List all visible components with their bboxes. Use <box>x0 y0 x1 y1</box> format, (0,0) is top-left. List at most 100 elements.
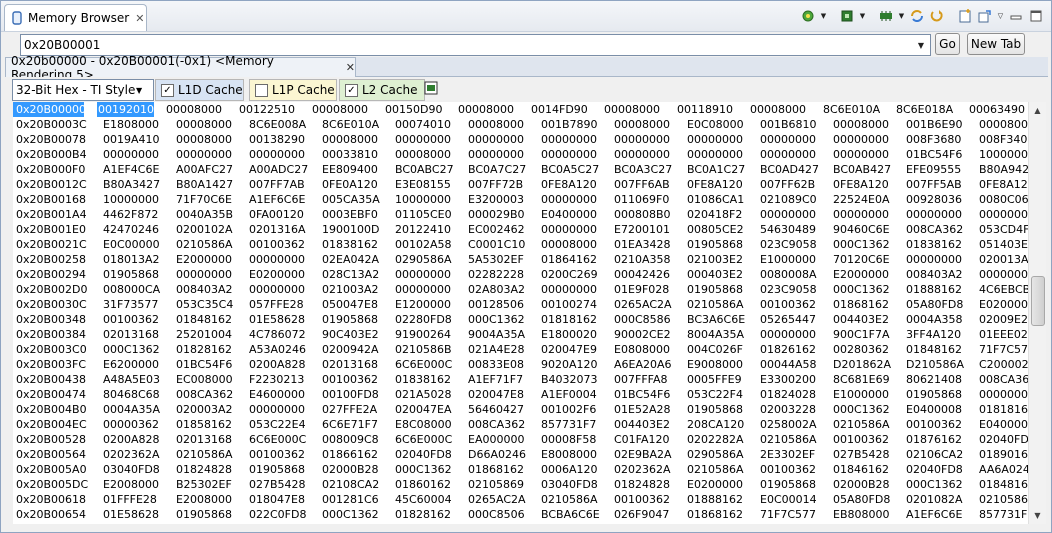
memory-value[interactable]: 01824828 <box>606 477 679 492</box>
memory-value[interactable]: E2000000 <box>168 252 241 267</box>
memory-value[interactable]: 027FFE2A <box>314 402 387 417</box>
memory-value[interactable]: 00000000 <box>825 207 898 222</box>
chip-icon[interactable] <box>838 7 856 25</box>
memory-value[interactable]: BC0ABC27 <box>387 162 460 177</box>
format-select[interactable]: 32-Bit Hex - TI Style ▼ <box>12 79 154 101</box>
memory-value[interactable]: 0290586A <box>387 252 460 267</box>
memory-value[interactable]: 90460C6E <box>825 222 898 237</box>
scroll-up-icon[interactable]: ▲ <box>1029 102 1046 119</box>
memory-value[interactable]: E4600000 <box>241 387 314 402</box>
memory-value[interactable]: B25302EF <box>168 477 241 492</box>
memory-value[interactable]: 011069F0 <box>606 192 679 207</box>
memory-browser-tab[interactable]: Memory Browser ✕ <box>4 4 147 31</box>
memory-value[interactable]: BC0AB427 <box>825 162 898 177</box>
memory-value[interactable]: 05A80FD8 <box>898 297 971 312</box>
memory-value[interactable]: E7200101 <box>606 222 679 237</box>
memory-value[interactable]: 007FF7AB <box>241 177 314 192</box>
memory-value[interactable]: 0014FD90 <box>523 102 596 117</box>
memory-value[interactable]: E2008000 <box>168 492 241 507</box>
memory-value[interactable]: 0200942A <box>314 342 387 357</box>
memory-value[interactable]: 022C0FD8 <box>241 507 314 522</box>
memory-value[interactable]: 000029B0 <box>460 207 533 222</box>
memory-value[interactable]: 00000000 <box>679 132 752 147</box>
memory-value[interactable]: 00000000 <box>898 207 971 222</box>
memory-value[interactable]: 00074010 <box>387 117 460 132</box>
memory-value[interactable]: AA6A0246 <box>971 462 1028 477</box>
memory-value[interactable]: E0200000 <box>241 267 314 282</box>
memory-value[interactable]: 000C1362 <box>825 282 898 297</box>
memory-value[interactable]: 0005FFE9 <box>679 372 752 387</box>
memory-value[interactable]: 00000000 <box>168 147 241 162</box>
memory-value[interactable]: 00008000 <box>304 102 377 117</box>
memory-value[interactable]: 00008000 <box>450 102 523 117</box>
l1d-cache-toggle[interactable]: ✓ L1D Cache <box>155 79 244 101</box>
memory-value[interactable]: 0258002A <box>752 417 825 432</box>
memory-value[interactable]: 05265447 <box>752 312 825 327</box>
memory-value[interactable]: 000C1362 <box>314 507 387 522</box>
memory-value[interactable]: 000C1362 <box>825 402 898 417</box>
memory-value[interactable]: 00100274 <box>533 297 606 312</box>
memory-value[interactable]: 00008000 <box>606 117 679 132</box>
memory-value[interactable]: E3E08155 <box>387 177 460 192</box>
memory-value[interactable]: 71F70C6E <box>168 192 241 207</box>
memory-address[interactable]: 0x20B00528 <box>13 432 90 447</box>
memory-value[interactable]: 00000000 <box>241 252 314 267</box>
memory-value[interactable]: BC0A7C27 <box>460 162 533 177</box>
memory-value[interactable]: A48A5E03 <box>90 372 168 387</box>
memory-value[interactable]: 0201082A <box>898 492 971 507</box>
memory-value[interactable]: 00008000 <box>168 117 241 132</box>
memory-value[interactable]: D210586A <box>898 357 971 372</box>
memory-value[interactable]: 2E3302EF <box>752 447 825 462</box>
memory-value[interactable]: 0006A120 <box>533 462 606 477</box>
memory-value[interactable]: EFE09555 <box>898 162 971 177</box>
memory-value[interactable]: 00000000 <box>533 147 606 162</box>
memory-value[interactable]: 01868162 <box>460 462 533 477</box>
memory-value[interactable]: 01828162 <box>168 342 241 357</box>
memory-value[interactable]: 01838162 <box>898 237 971 252</box>
memory-value[interactable]: 00008000 <box>158 102 231 117</box>
memory-value[interactable]: 01826162 <box>752 342 825 357</box>
memory-value[interactable]: E0400000 <box>971 417 1028 432</box>
memory-value[interactable]: 01888162 <box>898 282 971 297</box>
memory-value[interactable]: 02040FD8 <box>898 462 971 477</box>
memory-value[interactable]: 02106CA2 <box>898 447 971 462</box>
memory-value[interactable]: 01848162 <box>168 312 241 327</box>
memory-value[interactable]: C01FA120 <box>606 432 679 447</box>
memory-value[interactable]: 000C1362 <box>90 342 168 357</box>
memory-value[interactable]: 021003E2 <box>679 252 752 267</box>
memory-value[interactable]: B80A9427 <box>971 162 1028 177</box>
memory-value[interactable]: BC0AD427 <box>752 162 825 177</box>
memory-value[interactable]: 0290586A <box>679 447 752 462</box>
memory-value[interactable]: 00100362 <box>898 417 971 432</box>
memory-value[interactable]: 00000000 <box>168 267 241 282</box>
memory-address[interactable]: 0x20B002D0 <box>13 282 90 297</box>
memory-value[interactable]: EB808000 <box>825 507 898 522</box>
memory-address[interactable]: 0x20B0012C <box>13 177 90 192</box>
memory-value[interactable]: 00100362 <box>241 447 314 462</box>
memory-value[interactable]: 01888162 <box>679 492 752 507</box>
memory-value[interactable]: 01E58628 <box>90 507 168 522</box>
memory-value[interactable]: 8C6E018A <box>888 102 961 117</box>
memory-value[interactable]: 00000000 <box>752 132 825 147</box>
memory-value[interactable]: D201862A <box>825 357 898 372</box>
memory-value[interactable]: 0210586B <box>387 342 460 357</box>
memory-value[interactable]: 857731F7 <box>971 507 1028 522</box>
memory-value[interactable]: 0210586A <box>679 462 752 477</box>
memory-address[interactable]: 0x20B0003C <box>13 117 90 132</box>
memory-value[interactable]: 0210586A <box>168 447 241 462</box>
minimize-icon[interactable] <box>1007 7 1025 25</box>
memory-value[interactable]: 051403E2 <box>971 237 1028 252</box>
memory-value[interactable]: 01864162 <box>533 252 606 267</box>
memory-value[interactable]: F2230213 <box>241 372 314 387</box>
memory-value[interactable]: A1EF6C6E <box>898 507 971 522</box>
memory-value[interactable]: 02013168 <box>90 327 168 342</box>
memory-value[interactable]: 31F73577 <box>90 297 168 312</box>
memory-value[interactable]: 01868162 <box>679 507 752 522</box>
memory-value[interactable]: 01905868 <box>241 462 314 477</box>
memory-address[interactable]: 0x20B001E0 <box>13 222 90 237</box>
memory-value[interactable]: 0003EBF0 <box>314 207 387 222</box>
memory-value[interactable]: 0202362A <box>90 447 168 462</box>
memory-value[interactable]: E9008000 <box>679 357 752 372</box>
memory-value[interactable]: 00008000 <box>314 132 387 147</box>
l1p-cache-toggle[interactable]: L1P Cache <box>249 79 337 101</box>
